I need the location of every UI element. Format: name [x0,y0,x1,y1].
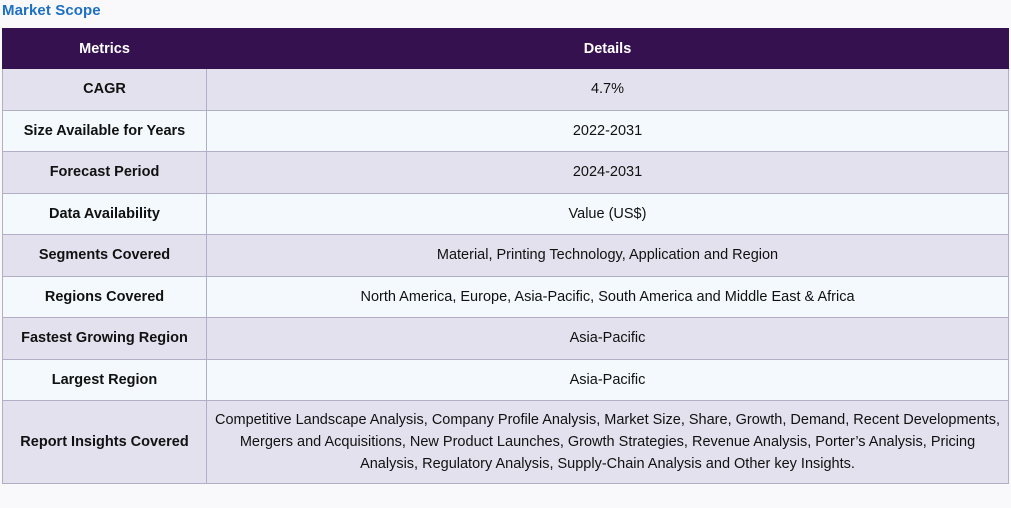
details-cell: North America, Europe, Asia-Pacific, Sou… [206,275,1009,318]
table-row: Size Available for Years 2022-2031 [2,109,1009,152]
table-row: Largest Region Asia-Pacific [2,358,1009,401]
details-cell: Value (US$) [206,192,1009,235]
metric-cell: Largest Region [2,358,207,401]
table-row: Report Insights Covered Competitive Land… [2,400,1009,484]
table-row: Segments Covered Material, Printing Tech… [2,234,1009,277]
header-metrics: Metrics [2,28,207,69]
table-row: Fastest Growing Region Asia-Pacific [2,317,1009,360]
details-cell: 2024-2031 [206,151,1009,194]
table-row: Regions Covered North America, Europe, A… [2,275,1009,318]
details-cell: Asia-Pacific [206,317,1009,360]
page: Market Scope Metrics Details CAGR 4.7% S… [0,0,1011,508]
header-details: Details [206,28,1009,69]
metric-cell: CAGR [2,68,207,111]
details-cell: 4.7% [206,68,1009,111]
table-header-row: Metrics Details [2,28,1009,69]
table-row: Forecast Period 2024-2031 [2,151,1009,194]
details-cell: Competitive Landscape Analysis, Company … [206,400,1009,484]
details-cell: 2022-2031 [206,109,1009,152]
metric-cell: Forecast Period [2,151,207,194]
details-cell: Material, Printing Technology, Applicati… [206,234,1009,277]
table-row: CAGR 4.7% [2,68,1009,111]
section-title: Market Scope [2,2,101,19]
metric-cell: Fastest Growing Region [2,317,207,360]
metric-cell: Report Insights Covered [2,400,207,484]
market-scope-table: Metrics Details CAGR 4.7% Size Available… [2,28,1009,484]
metric-cell: Regions Covered [2,275,207,318]
metric-cell: Size Available for Years [2,109,207,152]
table-row: Data Availability Value (US$) [2,192,1009,235]
details-cell: Asia-Pacific [206,358,1009,401]
metric-cell: Data Availability [2,192,207,235]
metric-cell: Segments Covered [2,234,207,277]
